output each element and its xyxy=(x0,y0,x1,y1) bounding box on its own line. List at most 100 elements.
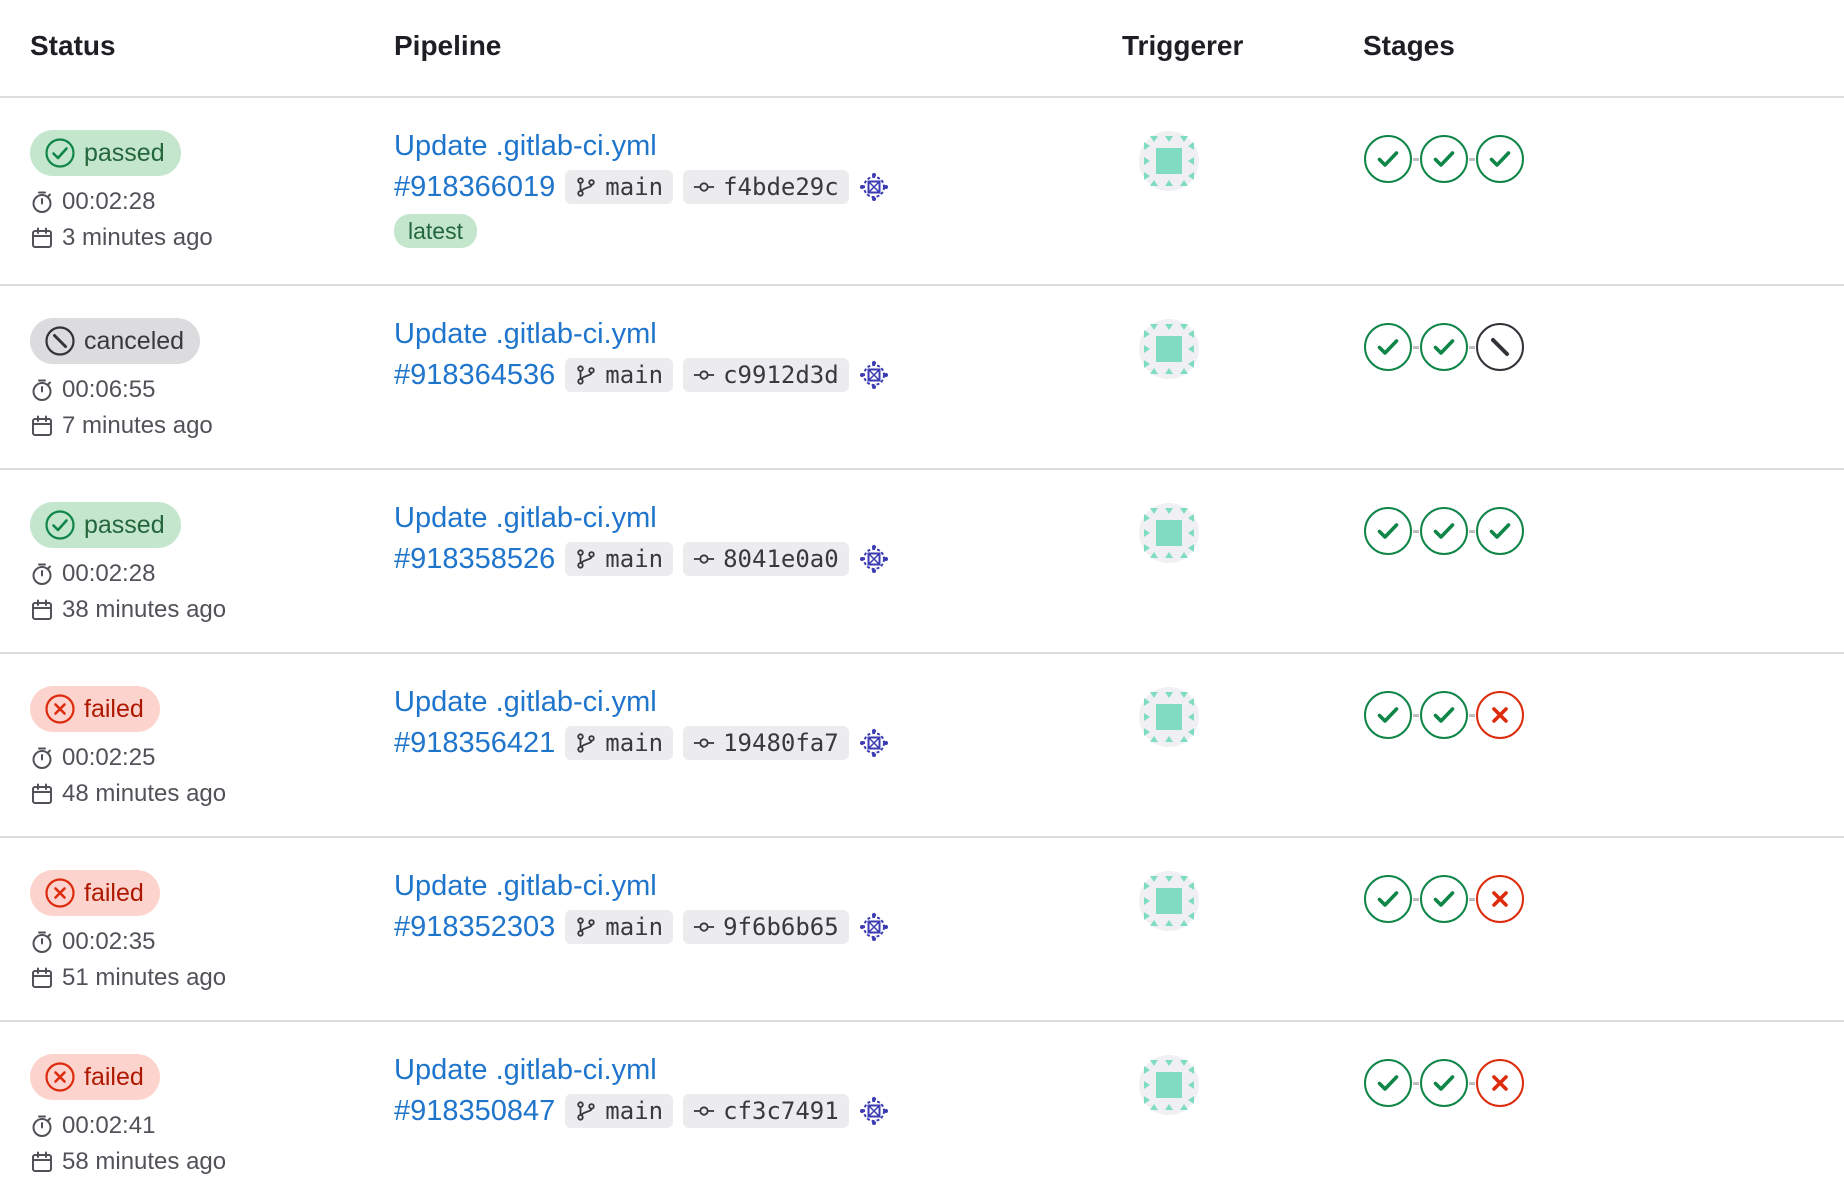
commit-sha[interactable]: 8041e0a0 xyxy=(683,542,849,576)
commit-sha-text: cf3c7491 xyxy=(723,1097,839,1125)
branch-name: main xyxy=(605,1097,664,1125)
commit-title-link[interactable]: Update .gitlab-ci.yml xyxy=(394,1052,1094,1088)
duration: 00:06:55 xyxy=(30,374,350,406)
table-body: passed 00:02:28 3 minutes ago Update .gi… xyxy=(0,98,1844,1204)
commit-author-avatar-icon[interactable] xyxy=(859,172,889,202)
stage-failed-icon[interactable] xyxy=(1475,1058,1525,1108)
pipeline-info: #918366019 main f4bde29c xyxy=(394,166,1094,208)
commit-author-avatar-icon[interactable] xyxy=(859,728,889,758)
commit-author-avatar-icon[interactable] xyxy=(859,1096,889,1126)
stage-success-icon[interactable] xyxy=(1419,506,1469,556)
stage-success-icon[interactable] xyxy=(1363,322,1413,372)
branch-ref[interactable]: main xyxy=(565,542,674,576)
header-triggerer[interactable]: Triggerer xyxy=(1122,30,1243,62)
branch-ref[interactable]: main xyxy=(565,726,674,760)
branch-name: main xyxy=(605,545,664,573)
status-badge[interactable]: failed xyxy=(30,1054,160,1100)
table-header: Status Pipeline Triggerer Stages xyxy=(0,0,1844,98)
stage-canceled-icon[interactable] xyxy=(1475,322,1525,372)
stages-cell xyxy=(1363,690,1525,740)
duration: 00:02:28 xyxy=(30,186,350,218)
status-text: failed xyxy=(84,694,144,723)
status-text: passed xyxy=(84,138,165,167)
stage-success-icon[interactable] xyxy=(1419,874,1469,924)
calendar-icon xyxy=(30,966,54,990)
status-badge[interactable]: passed xyxy=(30,130,181,176)
finished-time: 51 minutes ago xyxy=(30,962,350,994)
time-ago-text: 48 minutes ago xyxy=(62,780,227,807)
commit-title-link[interactable]: Update .gitlab-ci.yml xyxy=(394,684,1094,720)
status-success-icon xyxy=(44,509,76,541)
pipeline-id-link[interactable]: #918356421 xyxy=(394,727,555,760)
pipeline-id-link[interactable]: #918358526 xyxy=(394,543,555,576)
triggerer-avatar[interactable] xyxy=(1138,318,1200,380)
commit-title-link[interactable]: Update .gitlab-ci.yml xyxy=(394,868,1094,904)
commit-title-link[interactable]: Update .gitlab-ci.yml xyxy=(394,316,1094,352)
status-badge[interactable]: failed xyxy=(30,870,160,916)
stage-success-icon[interactable] xyxy=(1419,1058,1469,1108)
stage-success-icon[interactable] xyxy=(1363,690,1413,740)
pipeline-id-link[interactable]: #918352303 xyxy=(394,911,555,944)
stage-success-icon[interactable] xyxy=(1363,134,1413,184)
header-pipeline[interactable]: Pipeline xyxy=(394,30,501,62)
duration: 00:02:35 xyxy=(30,926,350,958)
stage-failed-icon[interactable] xyxy=(1475,690,1525,740)
branch-ref[interactable]: main xyxy=(565,910,674,944)
duration: 00:02:41 xyxy=(30,1110,350,1142)
commit-sha[interactable]: 19480fa7 xyxy=(683,726,849,760)
commit-author-avatar-icon[interactable] xyxy=(859,360,889,390)
pipeline-id-link[interactable]: #918366019 xyxy=(394,171,555,204)
table-row: passed 00:02:28 38 minutes ago Update .g… xyxy=(0,470,1844,654)
stage-success-icon[interactable] xyxy=(1475,506,1525,556)
branch-ref[interactable]: main xyxy=(565,358,674,392)
triggerer-avatar[interactable] xyxy=(1138,870,1200,932)
branch-ref[interactable]: main xyxy=(565,1094,674,1128)
branch-icon xyxy=(575,364,597,386)
stage-success-icon[interactable] xyxy=(1419,134,1469,184)
status-failed-icon xyxy=(44,1061,76,1093)
header-status[interactable]: Status xyxy=(30,30,116,62)
commit-icon xyxy=(693,176,715,198)
commit-sha[interactable]: 9f6b6b65 xyxy=(683,910,849,944)
commit-sha[interactable]: f4bde29c xyxy=(683,170,849,204)
pipeline-info: #918358526 main 8041e0a0 xyxy=(394,538,1094,580)
stopwatch-icon xyxy=(30,746,54,770)
status-badge[interactable]: canceled xyxy=(30,318,201,364)
commit-title-link[interactable]: Update .gitlab-ci.yml xyxy=(394,500,1094,536)
pipeline-info: #918352303 main 9f6b6b65 xyxy=(394,906,1094,948)
commit-author-avatar-icon[interactable] xyxy=(859,912,889,942)
pipeline-id-link[interactable]: #918350847 xyxy=(394,1095,555,1128)
triggerer-avatar[interactable] xyxy=(1138,502,1200,564)
calendar-icon xyxy=(30,414,54,438)
time-ago-text: 7 minutes ago xyxy=(62,412,213,439)
pipeline-id-link[interactable]: #918364536 xyxy=(394,359,555,392)
stage-success-icon[interactable] xyxy=(1419,690,1469,740)
pipeline-cell: Update .gitlab-ci.yml #918350847 main cf… xyxy=(394,1052,1094,1132)
status-badge[interactable]: failed xyxy=(30,686,160,732)
branch-icon xyxy=(575,548,597,570)
commit-title-link[interactable]: Update .gitlab-ci.yml xyxy=(394,128,1094,164)
status-text: failed xyxy=(84,878,144,907)
triggerer-avatar[interactable] xyxy=(1138,130,1200,192)
stage-success-icon[interactable] xyxy=(1475,134,1525,184)
commit-sha-text: 8041e0a0 xyxy=(723,545,839,573)
stage-success-icon[interactable] xyxy=(1363,874,1413,924)
commit-author-avatar-icon[interactable] xyxy=(859,544,889,574)
commit-sha[interactable]: cf3c7491 xyxy=(683,1094,849,1128)
triggerer-avatar[interactable] xyxy=(1138,1054,1200,1116)
stage-success-icon[interactable] xyxy=(1363,1058,1413,1108)
header-stages[interactable]: Stages xyxy=(1363,30,1455,62)
stage-failed-icon[interactable] xyxy=(1475,874,1525,924)
commit-icon xyxy=(693,364,715,386)
branch-ref[interactable]: main xyxy=(565,170,674,204)
commit-icon xyxy=(693,916,715,938)
stage-success-icon[interactable] xyxy=(1363,506,1413,556)
triggerer-cell xyxy=(1138,686,1200,748)
duration-text: 00:02:25 xyxy=(62,744,156,771)
latest-badge: latest xyxy=(394,214,477,248)
commit-sha[interactable]: c9912d3d xyxy=(683,358,849,392)
status-badge[interactable]: passed xyxy=(30,502,181,548)
triggerer-avatar[interactable] xyxy=(1138,686,1200,748)
stage-success-icon[interactable] xyxy=(1419,322,1469,372)
pipeline-cell: Update .gitlab-ci.yml #918364536 main c9… xyxy=(394,316,1094,396)
